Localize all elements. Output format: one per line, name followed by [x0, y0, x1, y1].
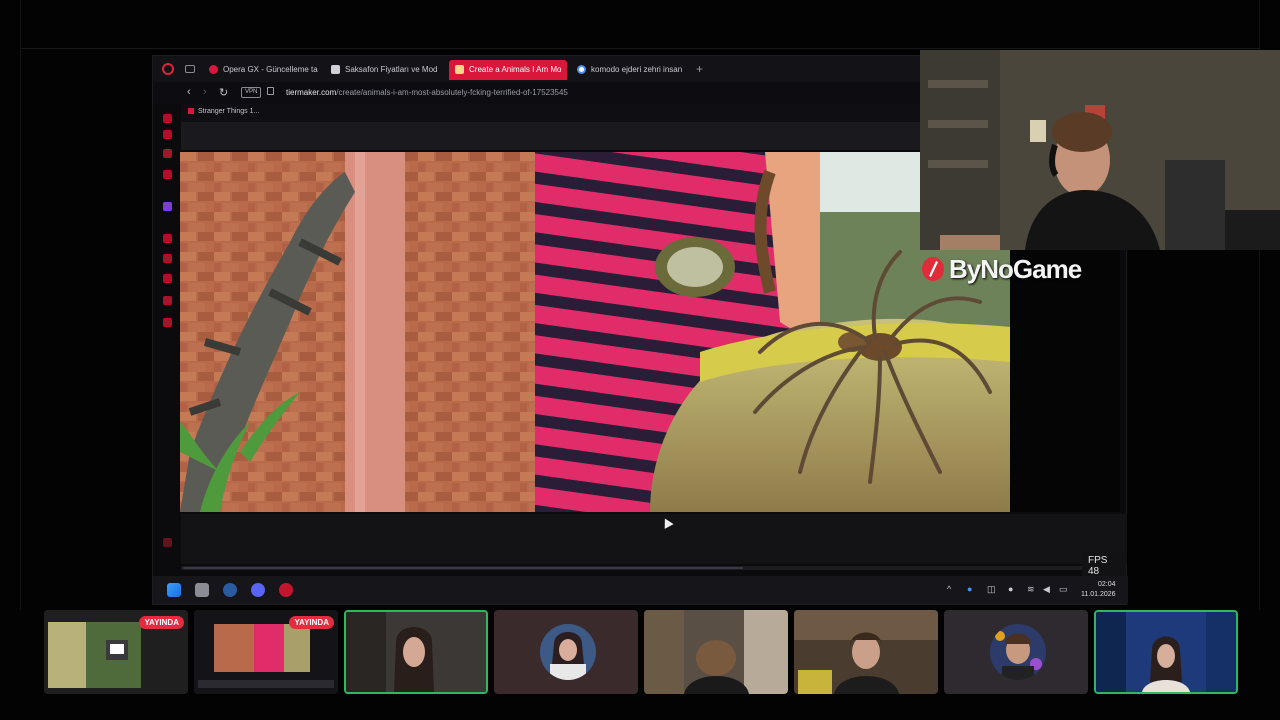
participant-avatar [990, 624, 1046, 680]
camera-feed [644, 610, 788, 694]
sidebar-send-icon[interactable] [163, 254, 172, 263]
bookmark-favicon-icon [188, 108, 194, 115]
discord-icon[interactable] [251, 583, 265, 597]
clock-date: 11.01.2026 [1081, 591, 1116, 598]
microphone-icon[interactable]: ● [1008, 584, 1013, 594]
tab-label: Saksafon Fiyatları ve Mod [345, 65, 438, 74]
workspaces-icon[interactable] [185, 65, 195, 73]
avatar-image [540, 624, 596, 680]
participant-tile-avatar[interactable] [494, 610, 638, 694]
url-path: /create/animals-i-am-most-absolutely-fck… [336, 88, 568, 97]
opera-logo-icon[interactable] [162, 63, 174, 75]
volume-icon[interactable]: ◀ [1043, 584, 1050, 595]
sidebar-settings-icon[interactable] [163, 318, 172, 327]
frame-line [20, 48, 1260, 49]
tab-label: komodo ejderi zehri insan [591, 65, 683, 74]
participant-tile-avatar[interactable] [944, 610, 1088, 694]
lock-icon[interactable] [267, 87, 274, 95]
opera-favicon-icon [209, 65, 218, 74]
camera-feed [346, 612, 486, 692]
sponsor-overlay: ByNoGame [922, 252, 1082, 286]
participant-tile-camera[interactable] [1094, 610, 1238, 694]
tiermaker-favicon-icon [455, 65, 464, 74]
page-favicon-icon [331, 65, 340, 74]
sidebar-home-icon[interactable] [163, 114, 172, 123]
tray-chevron-icon[interactable]: ^ [947, 584, 951, 594]
opera-sidebar [153, 104, 181, 604]
bynogame-logo-icon [922, 257, 944, 281]
tab-saxophone[interactable]: Saksafon Fiyatları ve Mod [325, 60, 443, 80]
camera-feed [1096, 612, 1236, 692]
frame-line [20, 0, 21, 610]
system-clock[interactable]: 02:04 11.01.2026 [1081, 580, 1116, 600]
reload-icon[interactable]: ↻ [219, 86, 228, 99]
tab-tiermaker[interactable]: Create a Animals I Am Mo [449, 60, 567, 80]
page-body [181, 514, 1127, 564]
participant-tile-camera[interactable] [344, 610, 488, 694]
file-explorer-icon[interactable] [195, 583, 209, 597]
bookmark-item[interactable]: Stranger Things 1... [188, 108, 259, 115]
sidebar-extensions-icon[interactable] [163, 296, 172, 305]
live-badge: YAYINDA [139, 616, 184, 629]
live-badge: YAYINDA [289, 616, 334, 629]
participant-tile-camera[interactable] [644, 610, 788, 694]
tray-app-icon[interactable]: ● [967, 584, 972, 594]
streamer-webcam [920, 50, 1280, 250]
tab-label: Opera GX - Güncelleme ta [223, 65, 318, 74]
steam-icon[interactable] [223, 583, 237, 597]
twitch-icon[interactable] [163, 202, 172, 211]
sidebar-gx-icon[interactable] [163, 170, 172, 179]
opera-gx-icon[interactable] [279, 583, 293, 597]
participant-tile-stream[interactable]: YAYINDA [44, 610, 188, 694]
participant-tile-stream[interactable]: YAYINDA [194, 610, 338, 694]
tab-label: Create a Animals I Am Mo [469, 65, 562, 74]
forward-arrow-icon[interactable]: › [203, 86, 207, 98]
screen: Opera GX - Güncelleme ta Saksafon Fiyatl… [0, 0, 1280, 720]
bookmark-label: Stranger Things 1... [198, 108, 260, 115]
google-favicon-icon [577, 65, 586, 74]
tab-opera-update[interactable]: Opera GX - Güncelleme ta [203, 60, 321, 80]
sidebar-more-icon[interactable] [163, 538, 172, 547]
sidebar-store-icon[interactable] [163, 130, 172, 139]
battery-icon[interactable]: ▭ [1059, 584, 1068, 595]
camera-feed [794, 610, 938, 694]
participant-avatar [540, 624, 596, 680]
sidebar-clock-icon[interactable] [163, 274, 172, 283]
participant-strip: YAYINDA YAYINDA [44, 610, 1240, 695]
vpn-badge[interactable]: VPN [241, 87, 262, 98]
new-tab-button[interactable]: + [696, 62, 703, 76]
url-field[interactable]: tiermaker.com/create/animals-i-am-most-a… [286, 88, 568, 97]
webcam-feed [920, 50, 1280, 250]
url-host: tiermaker.com [286, 88, 337, 97]
taskbar: ^ ● ◫ ● ≋ ◀ ▭ 02:04 11.01.2026 [153, 576, 1128, 604]
sponsor-brand: ByNoGame [949, 253, 1082, 284]
tray-sync-icon[interactable]: ◫ [987, 584, 996, 595]
avatar-image [990, 624, 1046, 680]
wifi-icon[interactable]: ≋ [1027, 584, 1035, 595]
scrollbar-thumb[interactable] [183, 567, 743, 569]
clock-time: 02:04 [1097, 581, 1116, 588]
windows-start-icon[interactable] [167, 583, 181, 597]
tab-google-komodo[interactable]: komodo ejderi zehri insan [571, 60, 689, 80]
sidebar-history-icon[interactable] [163, 234, 172, 243]
back-arrow-icon[interactable]: ‹ [187, 86, 191, 98]
participant-tile-camera[interactable] [794, 610, 938, 694]
sidebar-news-icon[interactable] [163, 149, 172, 158]
